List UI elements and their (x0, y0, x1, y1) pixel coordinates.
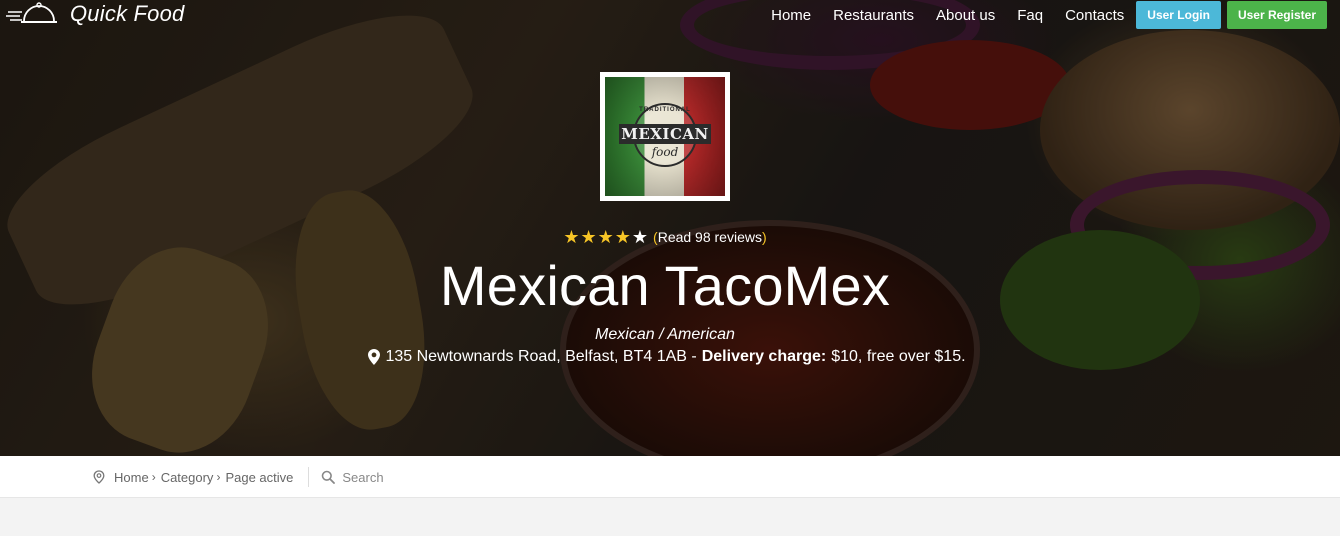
delivery-charge-value: $10, free over $15. (831, 348, 966, 365)
restaurant-address: 135 Newtownards Road, Belfast, BT4 1AB -… (0, 348, 1334, 366)
chevron-right-icon: › (216, 470, 221, 484)
read-reviews-link[interactable]: Read 98 reviews (653, 229, 767, 245)
breadcrumb-category[interactable]: Category (161, 470, 214, 485)
cloche-icon (6, 2, 57, 23)
star-empty-icon: ★ (631, 227, 649, 247)
site-logo[interactable]: Quick Food (6, 0, 185, 28)
hero-content: Quick Food Home Restaurants About us Faq… (0, 0, 1340, 456)
mexican-food-badge: TRADITIONAL MEXICAN food (619, 103, 711, 173)
breadcrumb-bar: Home › Category › Page active (0, 456, 1340, 498)
breadcrumb-home[interactable]: Home (114, 470, 149, 485)
divider (308, 467, 310, 487)
restaurant-name: Mexican TacoMex (439, 254, 891, 317)
map-pin-icon (93, 470, 105, 484)
search-input[interactable] (342, 469, 543, 485)
user-register-button[interactable]: User Register (1226, 1, 1327, 29)
address-text: 135 Newtownards Road, Belfast, BT4 1AB - (385, 348, 697, 365)
restaurant-cuisine: Mexican / American (595, 326, 735, 343)
breadcrumb: Home › Category › Page active (93, 456, 543, 498)
breadcrumb-active: Page active (225, 469, 294, 485)
restaurant-rating: ★ ★ ★ ★ ★ Read 98 reviews (0, 228, 1330, 246)
restaurant-logo-image: TRADITIONAL MEXICAN food (605, 77, 725, 196)
site-logo-text: Quick Food (70, 1, 185, 26)
main-nav: Home Restaurants About us Faq Contacts U… (771, 0, 1340, 30)
hero-banner: Quick Food Home Restaurants About us Faq… (0, 0, 1340, 456)
user-login-button[interactable]: User Login (1136, 1, 1221, 29)
map-pin-icon (368, 349, 381, 365)
star-icon: ★ (580, 227, 597, 247)
delivery-charge-label: Delivery charge: (701, 348, 827, 365)
nav-contacts[interactable]: Contacts (1065, 7, 1124, 24)
badge-banner-text: MEXICAN (619, 124, 711, 144)
badge-script-text: food (651, 145, 679, 159)
nav-home[interactable]: Home (771, 7, 811, 24)
chevron-right-icon: › (151, 470, 156, 484)
star-icon: ★ (614, 227, 631, 247)
nav-faq[interactable]: Faq (1017, 7, 1043, 24)
restaurant-logo: TRADITIONAL MEXICAN food (600, 72, 730, 201)
nav-about-us[interactable]: About us (936, 7, 995, 24)
search-icon (322, 470, 336, 484)
nav-restaurants[interactable]: Restaurants (833, 7, 914, 24)
star-icon: ★ (597, 227, 614, 247)
badge-top-text: TRADITIONAL (639, 107, 691, 113)
star-icon: ★ (563, 227, 580, 247)
